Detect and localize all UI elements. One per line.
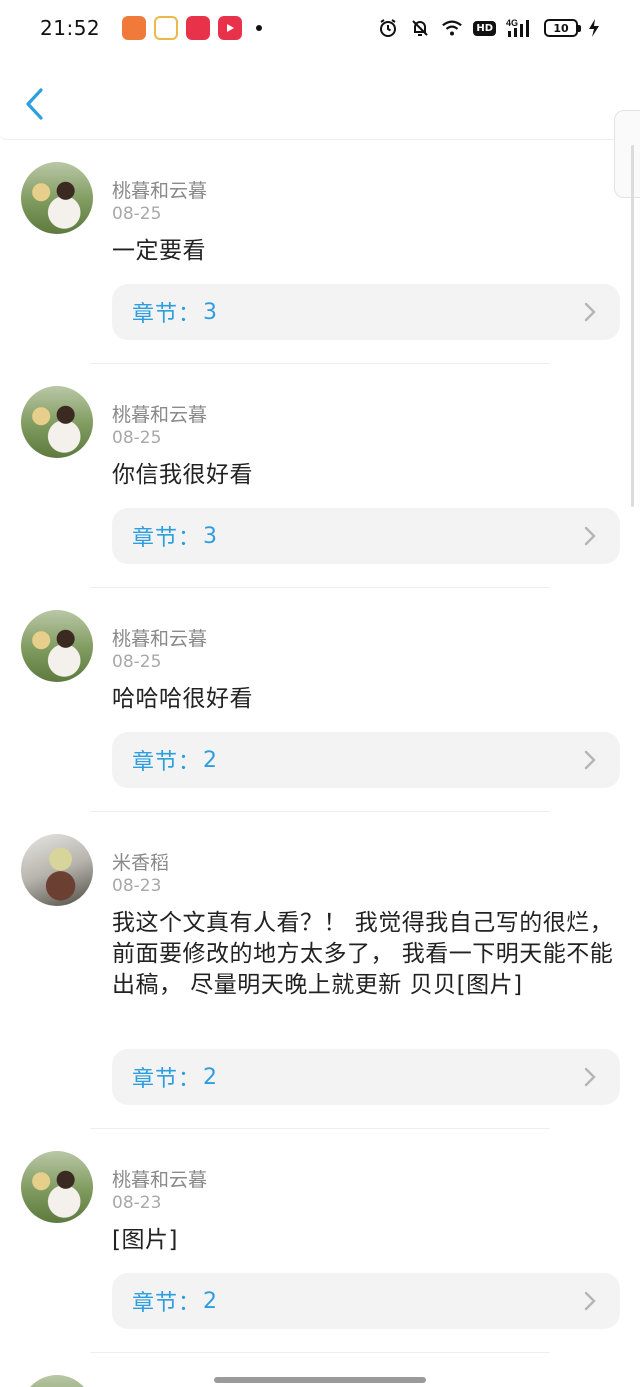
status-bar: 21:52 HD 4G 10 — [0, 0, 640, 56]
comment-username[interactable]: 米香稻 — [112, 848, 169, 875]
screen: 21:52 HD 4G 10 桃暮和云暮 08-25 一定要看 章节： 3 桃暮… — [0, 0, 640, 1387]
chapter-label: 章节： — [132, 1067, 202, 1092]
comment-username[interactable]: 桃暮和云暮 — [112, 1165, 207, 1192]
chapter-number: 2 — [203, 1288, 218, 1314]
app-notification-icon — [186, 16, 211, 40]
app-notification-icon — [122, 16, 147, 40]
comment-date: 08-23 — [112, 876, 162, 896]
comment-text: 一定要看 — [112, 238, 206, 264]
hd-badge: HD — [473, 20, 496, 36]
alarm-icon — [377, 17, 399, 39]
chapter-label: 章节： — [132, 302, 202, 327]
chevron-right-icon — [580, 300, 600, 324]
chevron-right-icon — [580, 1289, 600, 1313]
more-notifications-dot — [256, 25, 263, 31]
chevron-right-icon — [580, 1065, 600, 1089]
comment-username[interactable]: 桃暮和云暮 — [112, 624, 207, 651]
avatar[interactable] — [21, 1151, 93, 1223]
app-notification-icon — [154, 16, 179, 40]
chapter-label: 章节： — [132, 526, 202, 551]
comment-username[interactable]: 桃暮和云暮 — [112, 400, 207, 427]
chevron-left-icon — [26, 88, 43, 120]
comment-text: 你信我很好看 — [112, 462, 253, 488]
status-time: 21:52 — [40, 16, 101, 40]
comment-item: 桃暮和云暮 08-23 [图片] 章节： 2 — [0, 1129, 640, 1353]
chevron-right-icon — [580, 524, 600, 548]
avatar[interactable] — [21, 1375, 93, 1387]
chapter-number: 2 — [203, 1064, 218, 1090]
avatar[interactable] — [21, 610, 93, 682]
comment-list: 桃暮和云暮 08-25 一定要看 章节： 3 桃暮和云暮 08-25 你信我很好… — [0, 140, 640, 1387]
comment-item: 米香稻 08-23 我这个文真有人看？！ 我觉得我自己写的很烂， 前面要修改的地… — [0, 812, 640, 1129]
chapter-label: 章节： — [132, 750, 202, 775]
comment-item: 桃暮和云暮 08-25 一定要看 章节： 3 — [0, 140, 640, 364]
comment-username[interactable]: 桃暮和云暮 — [112, 176, 207, 203]
battery-indicator: 10 — [544, 19, 581, 37]
back-button[interactable] — [20, 84, 50, 124]
chapter-link-button[interactable]: 章节： 2 — [112, 732, 620, 788]
comment-date: 08-23 — [112, 1193, 162, 1213]
comment-text: 我这个文真有人看？！ 我觉得我自己写的很烂， 前面要修改的地方太多了， 我看一下… — [112, 910, 614, 998]
comment-text: 哈哈哈很好看 — [112, 686, 253, 712]
avatar[interactable] — [21, 834, 93, 906]
comment-item: 桃暮和云暮 08-25 你信我很好看 章节： 3 — [0, 364, 640, 588]
chevron-right-icon — [580, 748, 600, 772]
svg-text:4G: 4G — [506, 18, 518, 28]
video-app-icon — [218, 16, 243, 40]
chapter-number: 3 — [203, 523, 218, 549]
chapter-link-button[interactable]: 章节： 3 — [112, 508, 620, 564]
wifi-icon — [441, 17, 463, 39]
comment-date: 08-25 — [112, 652, 162, 672]
comment-item: 桃暮和云暮 08-25 哈哈哈很好看 章节： 2 — [0, 588, 640, 812]
top-nav-bar — [0, 56, 640, 140]
charging-icon — [588, 17, 600, 39]
avatar[interactable] — [21, 386, 93, 458]
status-right: HD 4G 10 — [377, 17, 600, 39]
chapter-link-button[interactable]: 章节： 3 — [112, 284, 620, 340]
home-indicator[interactable] — [214, 1377, 426, 1383]
avatar[interactable] — [21, 162, 93, 234]
comment-date: 08-25 — [112, 204, 162, 224]
mute-bell-icon — [409, 17, 431, 39]
chapter-link-button[interactable]: 章节： 2 — [112, 1273, 620, 1329]
comment-date: 08-25 — [112, 428, 162, 448]
status-app-icons — [122, 16, 263, 40]
chapter-number: 3 — [203, 299, 218, 325]
signal-icon: 4G — [506, 17, 534, 39]
chapter-number: 2 — [203, 747, 218, 773]
chapter-link-button[interactable]: 章节： 2 — [112, 1049, 620, 1105]
chapter-label: 章节： — [132, 1291, 202, 1316]
comment-text: [图片] — [112, 1227, 178, 1253]
